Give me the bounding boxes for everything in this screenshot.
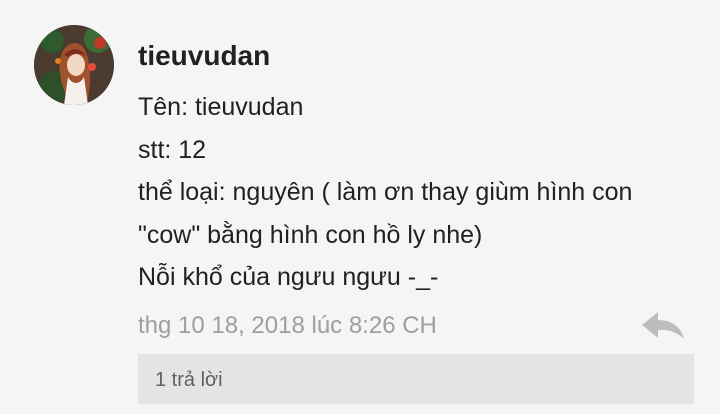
comment-line: Tên: tieuvudan	[138, 93, 304, 121]
reply-arrow-icon[interactable]	[640, 310, 686, 340]
user-avatar[interactable]	[34, 25, 114, 105]
comment-line: "cow" bằng hình con hồ ly nhe)	[138, 220, 483, 249]
comment-timestamp: thg 10 18, 2018 lúc 8:26 CH	[138, 312, 437, 339]
avatar-image	[34, 25, 114, 105]
comment-line: Nỗi khổ của ngưu ngưu -_-	[138, 263, 439, 291]
replies-toggle-button[interactable]: 1 trả lời	[138, 354, 694, 404]
comment-author[interactable]: tieuvudan	[138, 38, 270, 74]
replies-count-label: 1 trả lời	[155, 369, 223, 391]
comment-body: Tên: tieuvudan stt: 12 thể loại: nguyên …	[138, 86, 708, 299]
comment-line: thể loại: nguyên ( làm ơn thay giùm hình…	[138, 178, 633, 206]
comment-card: tieuvudan Tên: tieuvudan stt: 12 thể loạ…	[0, 0, 720, 414]
comment-line: stt: 12	[138, 135, 207, 164]
